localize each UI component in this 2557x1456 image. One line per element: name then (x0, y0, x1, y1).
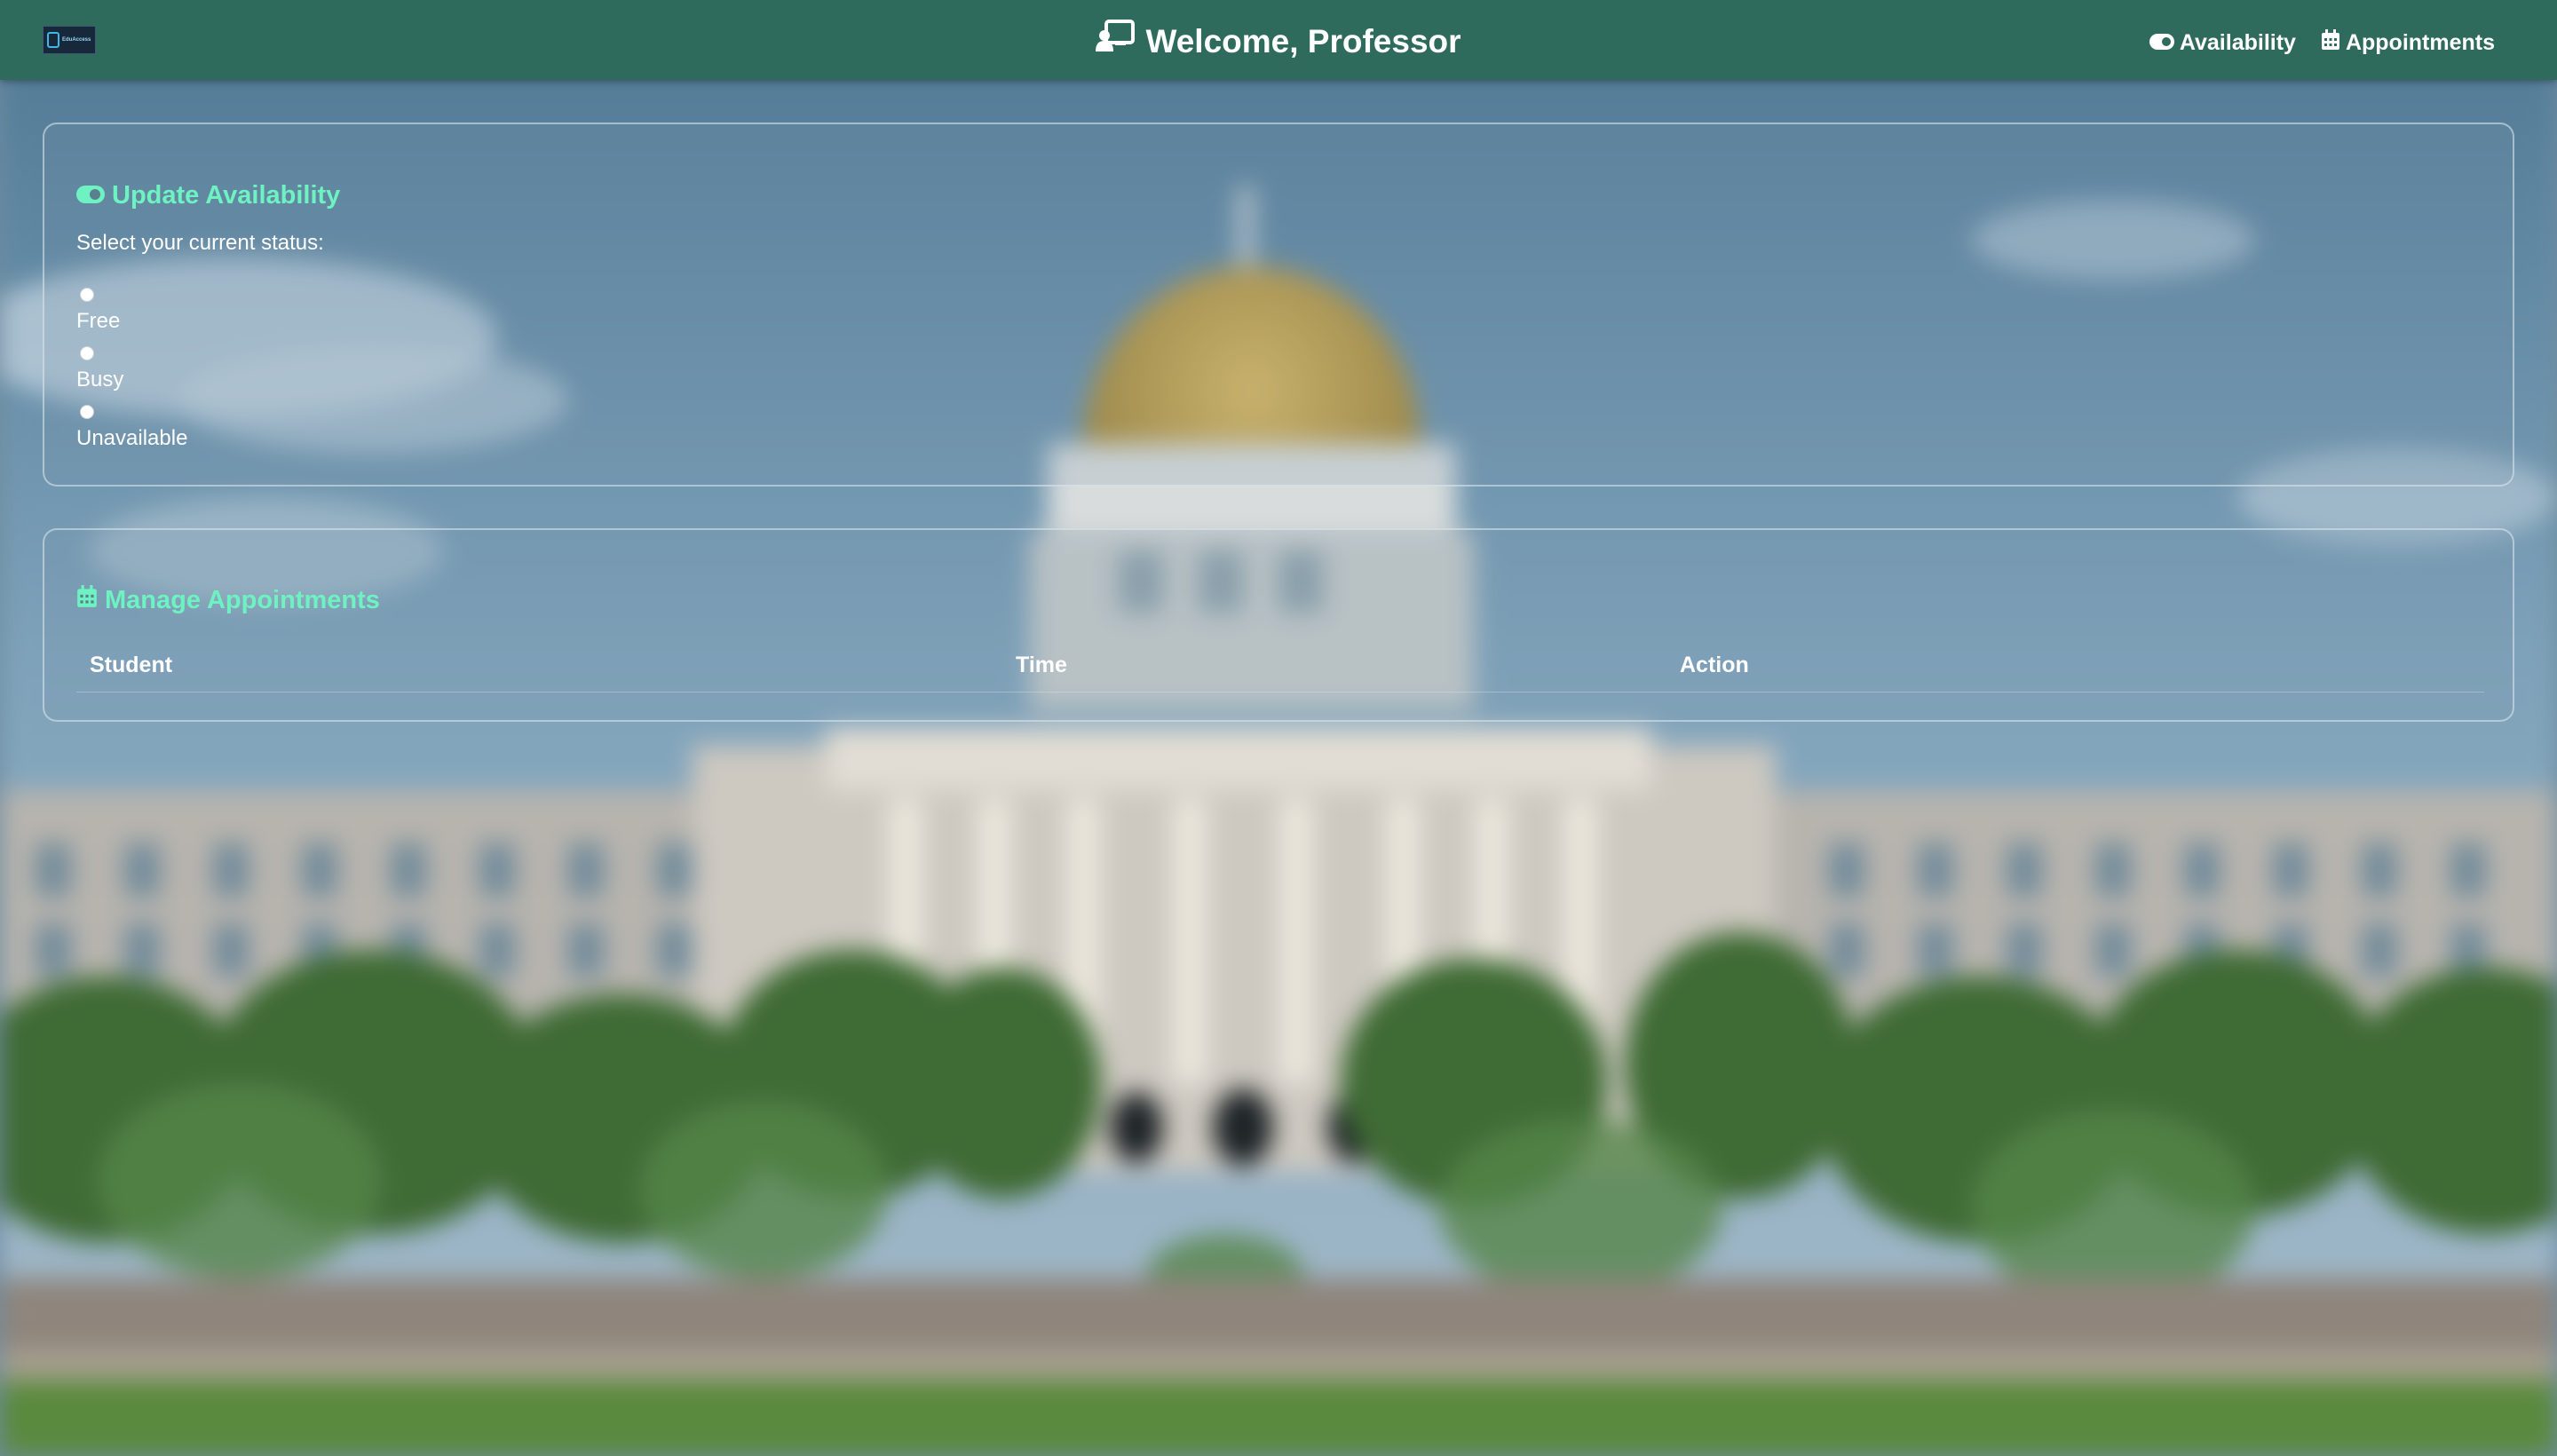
page-title-text: Welcome, Professor (1145, 22, 1461, 59)
radio-label-busy: Busy (76, 368, 124, 392)
column-header-action: Action (1680, 653, 1749, 677)
appointments-title-text: Manage Appointments (105, 585, 380, 614)
nav-link-label: Appointments (2345, 30, 2495, 55)
appointments-table-header: Student Time Action (76, 647, 2484, 692)
chalkboard-teacher-icon (1096, 20, 1136, 63)
top-navbar: EduAccess Welcome, Professor Availabilit… (0, 0, 2557, 80)
header-nav: Availability Appointments (2149, 29, 2495, 57)
appointments-card: Manage Appointments Student Time Action (43, 528, 2514, 722)
availability-card: Update Availability Select your current … (43, 123, 2514, 487)
toggle-on-icon (2149, 30, 2174, 56)
radio-button-unavailable[interactable] (80, 405, 94, 419)
toggle-on-icon (76, 181, 105, 210)
radio-button-busy[interactable] (80, 346, 94, 360)
availability-title-text: Update Availability (112, 181, 341, 210)
nav-link-label: Availability (2179, 30, 2296, 55)
radio-label-unavailable: Unavailable (76, 426, 188, 450)
appointments-section-title: Manage Appointments (76, 585, 380, 615)
calendar-icon (76, 585, 98, 615)
column-header-student: Student (90, 653, 173, 677)
radio-label-free: Free (76, 309, 121, 333)
status-prompt: Select your current status: (76, 231, 324, 255)
calendar-icon (2321, 29, 2340, 57)
nav-link-appointments[interactable]: Appointments (2321, 29, 2495, 57)
nav-link-availability[interactable]: Availability (2149, 30, 2296, 56)
column-header-time: Time (1016, 653, 1067, 677)
availability-section-title: Update Availability (76, 181, 340, 210)
radio-button-free[interactable] (80, 288, 94, 302)
